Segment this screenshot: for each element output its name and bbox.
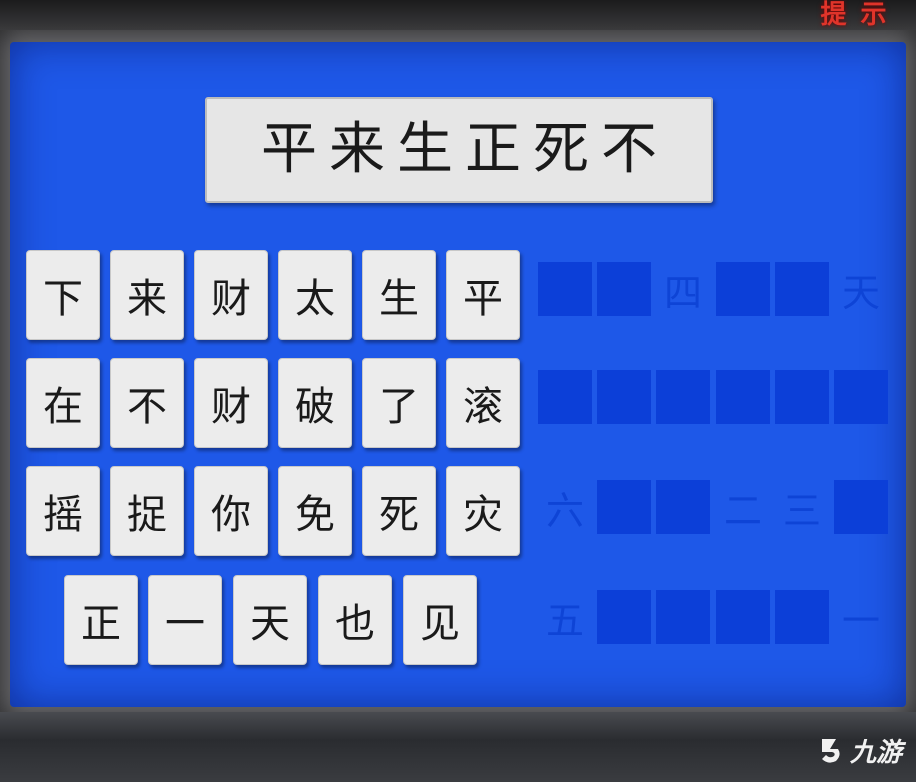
char-tile[interactable]: 生 <box>362 250 436 340</box>
answer-hint-char: 四 <box>663 270 702 315</box>
char-tile[interactable]: 破 <box>278 358 352 448</box>
watermark-text: 九游 <box>849 737 902 768</box>
watermark: 九游 <box>816 732 902 768</box>
char-tile[interactable]: 太 <box>278 250 352 340</box>
answer-hint-char: 一 <box>841 598 880 643</box>
bottom-band <box>0 712 916 782</box>
ninegame-logo-icon <box>816 735 846 765</box>
answer-slot[interactable] <box>597 370 651 424</box>
answer-hint-char: 六 <box>545 488 584 533</box>
char-tile[interactable]: 一 <box>148 575 222 665</box>
char-tile[interactable]: 来 <box>110 250 184 340</box>
clue-char: 平 <box>261 117 317 182</box>
answer-slot[interactable] <box>834 370 888 424</box>
answer-slot[interactable] <box>716 262 770 316</box>
char-tile[interactable]: 也 <box>318 575 392 665</box>
answer-slot[interactable] <box>597 480 651 534</box>
char-tile[interactable]: 见 <box>403 575 477 665</box>
char-tile[interactable]: 在 <box>26 358 100 448</box>
answer-slot[interactable] <box>538 262 592 316</box>
char-tile[interactable]: 财 <box>194 358 268 448</box>
char-tile[interactable]: 灾 <box>446 466 520 556</box>
clue-char: 正 <box>465 117 521 182</box>
char-tile[interactable]: 死 <box>362 466 436 556</box>
answer-slot[interactable] <box>538 370 592 424</box>
char-tile[interactable]: 下 <box>26 250 100 340</box>
char-tile[interactable]: 不 <box>110 358 184 448</box>
answer-hint-char: 五 <box>545 598 584 643</box>
clue-box: 平 来 生 正 死 不 <box>205 97 713 203</box>
answer-hint-char: 三 <box>782 488 821 533</box>
char-tile[interactable]: 正 <box>64 575 138 665</box>
char-tile[interactable]: 财 <box>194 250 268 340</box>
answer-slot[interactable] <box>775 370 829 424</box>
char-tile[interactable]: 免 <box>278 466 352 556</box>
answer-slot[interactable] <box>834 480 888 534</box>
answer-slot[interactable] <box>775 262 829 316</box>
char-tile[interactable]: 天 <box>233 575 307 665</box>
answer-slot[interactable] <box>656 480 710 534</box>
answer-hint-char: 二 <box>723 488 762 533</box>
char-tile[interactable]: 你 <box>194 466 268 556</box>
char-tile[interactable]: 平 <box>446 250 520 340</box>
char-tile[interactable]: 滚 <box>446 358 520 448</box>
char-tile[interactable]: 捉 <box>110 466 184 556</box>
answer-slot[interactable] <box>716 590 770 644</box>
hint-button[interactable]: 提示 <box>813 0 908 30</box>
clue-char: 来 <box>329 117 385 182</box>
answer-slot[interactable] <box>597 590 651 644</box>
answer-slot[interactable] <box>775 590 829 644</box>
char-tile[interactable]: 摇 <box>26 466 100 556</box>
answer-slot[interactable] <box>656 590 710 644</box>
answer-hint-char: 天 <box>841 270 880 315</box>
char-tile[interactable]: 了 <box>362 358 436 448</box>
answer-slot[interactable] <box>597 262 651 316</box>
answer-slot[interactable] <box>656 370 710 424</box>
clue-char: 死 <box>533 117 589 182</box>
top-bar: 提示 <box>0 0 916 30</box>
clue-char: 不 <box>601 117 657 182</box>
clue-char: 生 <box>397 117 453 182</box>
answer-slot[interactable] <box>716 370 770 424</box>
